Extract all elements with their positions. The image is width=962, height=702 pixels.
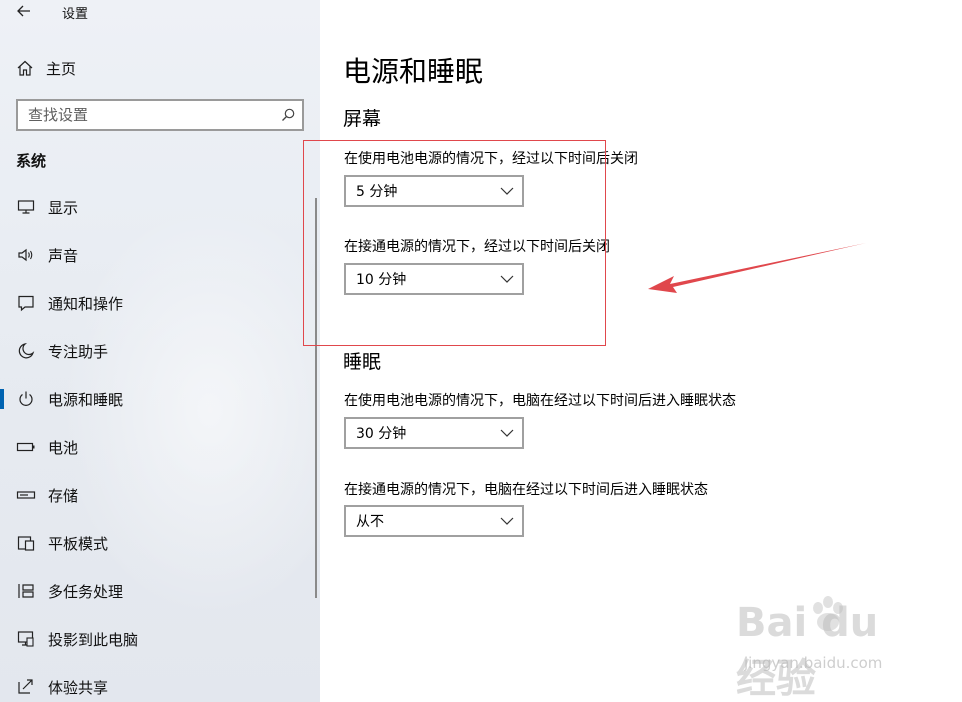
sidebar-item-label: 体验共享 (48, 678, 109, 697)
dropdown-value: 5 分钟 (356, 184, 398, 200)
sidebar-item-sound[interactable]: 声音 (0, 231, 320, 279)
sidebar-item-label: 电池 (48, 438, 79, 457)
screen-plugged-dropdown[interactable]: 10 分钟 (344, 263, 524, 295)
chevron-down-icon (492, 517, 522, 525)
sidebar-item-label: 显示 (48, 198, 79, 217)
sidebar-item-focus-assist[interactable]: 专注助手 (0, 327, 320, 375)
screen-group-title: 屏幕 (343, 108, 382, 130)
moon-icon (16, 341, 36, 361)
back-arrow-icon (17, 5, 30, 17)
chevron-down-icon (492, 429, 522, 437)
sleep-group-title: 睡眠 (343, 351, 382, 373)
search-input[interactable] (18, 101, 274, 129)
screen-plugged-label: 在接通电源的情况下，经过以下时间后关闭 (344, 239, 610, 255)
sidebar-item-label: 投影到此电脑 (48, 630, 139, 649)
project-icon (16, 629, 36, 649)
home-link[interactable]: 主页 (16, 56, 76, 80)
sidebar-item-power-sleep[interactable]: 电源和睡眠 (0, 375, 320, 423)
sidebar-item-label: 平板模式 (48, 534, 109, 553)
sleep-battery-dropdown[interactable]: 30 分钟 (344, 417, 524, 449)
monitor-icon (16, 197, 36, 217)
nav-list: 显示 声音 通知和操作 专注助手 电源和睡眠 电池 存储 平板模式 多任务处理 … (0, 183, 320, 702)
sidebar-item-label: 专注助手 (48, 342, 109, 361)
sidebar-item-battery[interactable]: 电池 (0, 423, 320, 471)
multitask-icon (16, 581, 36, 601)
sleep-plugged-dropdown[interactable]: 从不 (344, 505, 524, 537)
search-box[interactable] (16, 99, 304, 131)
home-icon (17, 60, 33, 76)
sidebar-item-notifications[interactable]: 通知和操作 (0, 279, 320, 327)
chevron-down-icon (492, 187, 522, 195)
back-button[interactable] (10, 0, 38, 22)
sidebar-item-tablet-mode[interactable]: 平板模式 (0, 519, 320, 567)
home-label: 主页 (46, 59, 77, 78)
screen-battery-label: 在使用电池电源的情况下，经过以下时间后关闭 (344, 151, 638, 167)
dropdown-value: 10 分钟 (356, 272, 407, 288)
tablet-icon (16, 533, 36, 553)
main-content: 电源和睡眠 屏幕 在使用电池电源的情况下，经过以下时间后关闭 5 分钟 在接通电… (320, 0, 962, 702)
sleep-plugged-label: 在接通电源的情况下，电脑在经过以下时间后进入睡眠状态 (344, 482, 708, 498)
storage-icon (16, 485, 36, 505)
sidebar-item-display[interactable]: 显示 (0, 183, 320, 231)
share-icon (16, 677, 36, 697)
sidebar-item-storage[interactable]: 存储 (0, 471, 320, 519)
sidebar-scrollbar[interactable] (315, 198, 317, 598)
dropdown-value: 从不 (356, 514, 384, 530)
window-title: 设置 (62, 7, 89, 22)
notification-icon (16, 293, 36, 313)
sidebar-item-label: 通知和操作 (48, 294, 124, 313)
screen-battery-dropdown[interactable]: 5 分钟 (344, 175, 524, 207)
sidebar: 设置 主页 系统 显示 声音 通知和操作 专注助手 电源和睡眠 (0, 0, 320, 702)
sidebar-item-multitasking[interactable]: 多任务处理 (0, 567, 320, 615)
battery-icon (16, 437, 36, 457)
section-title: 系统 (16, 152, 47, 170)
speaker-icon (16, 245, 36, 265)
title-bar: 设置 (0, 0, 320, 24)
sidebar-item-shared-experiences[interactable]: 体验共享 (0, 663, 320, 702)
sidebar-item-label: 存储 (48, 486, 79, 505)
sleep-battery-label: 在使用电池电源的情况下，电脑在经过以下时间后进入睡眠状态 (344, 393, 736, 409)
search-icon[interactable] (274, 108, 302, 122)
page-title: 电源和睡眠 (343, 55, 484, 88)
dropdown-value: 30 分钟 (356, 426, 407, 442)
sidebar-item-label: 电源和睡眠 (48, 390, 124, 409)
chevron-down-icon (492, 275, 522, 283)
sidebar-item-label: 多任务处理 (48, 582, 124, 601)
sidebar-item-project[interactable]: 投影到此电脑 (0, 615, 320, 663)
sidebar-item-label: 声音 (48, 246, 79, 265)
power-icon (16, 389, 36, 409)
